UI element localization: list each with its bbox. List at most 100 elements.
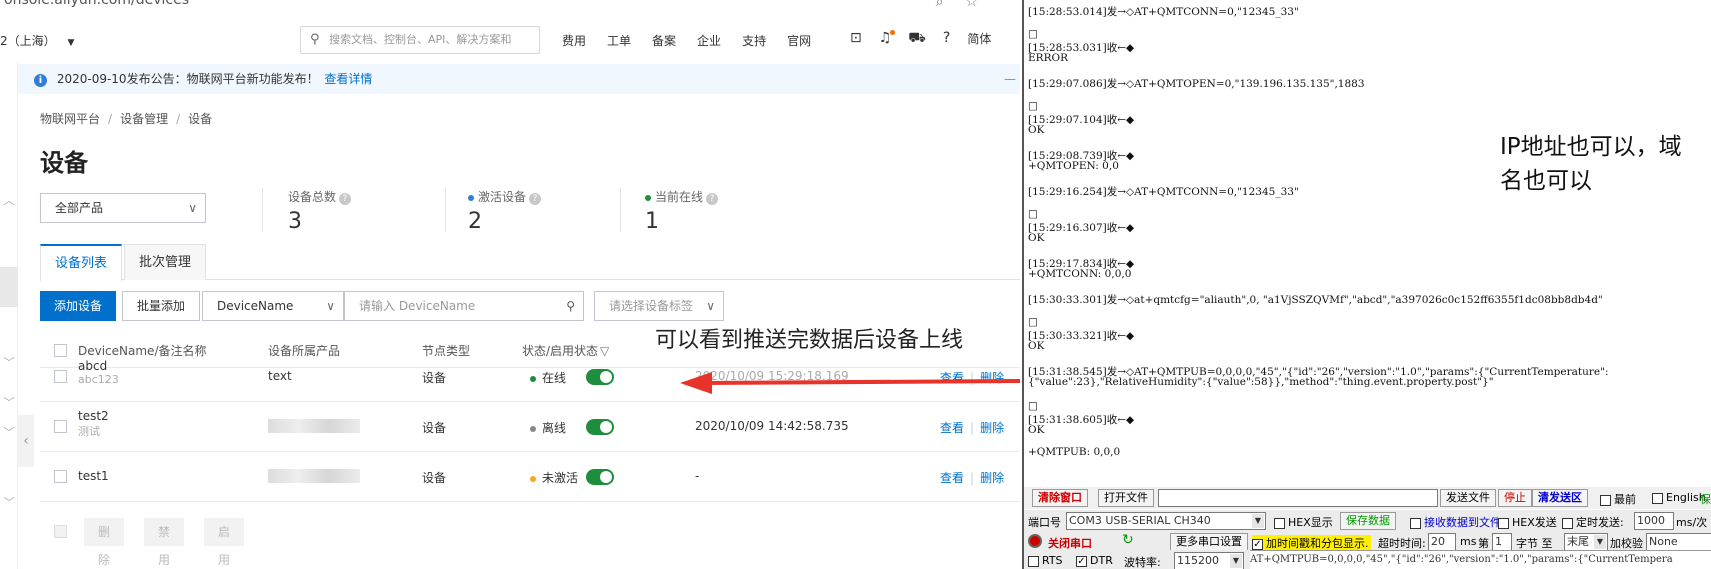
terminal-icon[interactable]: ⊡ [850,30,862,48]
search-field-select[interactable]: DeviceName ∨ [202,291,344,321]
send-file-button[interactable]: 发送文件 [1440,489,1496,507]
browser-url-bar[interactable]: onsole.aliyun.com/devices ⌕☆ [0,0,1020,10]
rts-checkbox[interactable]: RTS [1028,554,1063,567]
global-search-input[interactable]: ⚲ 搜索文档、控制台、API、解决方案和 [300,26,540,54]
chevron-down-icon[interactable]: ﹀ [0,354,18,370]
hex-display-checkbox[interactable]: HEX显示 [1274,514,1333,530]
save-data-button[interactable]: 保存数据 [1340,512,1396,530]
tab-device-list[interactable]: 设备列表 [40,244,123,281]
delete-link[interactable]: 删除 [980,421,1004,435]
device-name[interactable]: test1 [78,469,109,483]
view-link[interactable]: 查看 [940,421,964,435]
help-icon[interactable]: ? [339,193,352,205]
delete-link[interactable]: 删除 [980,471,1004,485]
row-checkbox[interactable] [54,420,67,433]
row-checkbox[interactable] [54,470,67,483]
checkbox-checked-icon: ✓ [1076,555,1087,567]
view-link[interactable]: 查看 [940,471,964,485]
file-path-input[interactable] [1158,489,1438,507]
bell-icon[interactable]: ♫ [879,30,895,48]
row-checkbox[interactable] [54,370,67,383]
view-link[interactable]: 查看 [940,371,964,385]
port-select[interactable]: COM3 USB-SERIAL CH340 ▼ [1066,512,1266,530]
timeout-input[interactable]: 20 [1428,533,1456,551]
byte-end-select[interactable]: 末尾 ▼ [1564,533,1608,551]
bulk-disable-button[interactable]: 禁用 [144,518,185,567]
delete-link[interactable]: 删除 [980,371,1004,385]
help-icon[interactable]: ? [943,30,950,48]
browser-action-icons: ⌕☆ [935,0,1000,10]
timed-interval-input[interactable]: 1000 [1634,512,1674,530]
serial-receive-log[interactable]: [15:28:53.014]发→◇AT+QMTCONN=0,"12345_33"… [1028,0,1708,487]
enable-toggle[interactable] [586,369,614,385]
timed-send-checkbox[interactable]: 定时发送: [1562,514,1624,530]
status-dot [645,194,651,201]
breadcrumb-iot-platform[interactable]: 物联网平台 [40,112,100,126]
recv-to-file-checkbox[interactable]: 接收数据到文件 [1410,514,1501,530]
menu-item-support[interactable]: 支持 [742,32,766,49]
clear-window-button[interactable]: 清除窗口 [1032,489,1088,507]
port-status-icon [1028,534,1042,548]
hex-send-checkbox[interactable]: HEX发送 [1498,514,1557,530]
region-selector[interactable]: 2（上海） ▼ [0,32,74,49]
add-device-button[interactable]: 添加设备 [40,291,117,321]
menu-item-enterprise[interactable]: 企业 [697,32,721,49]
dtr-checkbox[interactable]: ✓ DTR [1076,554,1113,567]
enable-toggle[interactable] [586,469,614,485]
sidebar-active-block[interactable] [0,267,18,307]
status-dot [530,425,536,432]
device-name-search-input[interactable]: 请输入 DeviceName ⚲ [344,291,584,321]
stop-button[interactable]: 停止 [1498,489,1532,507]
announcement-link[interactable]: 查看详情 [324,72,372,86]
menu-item-ticket[interactable]: 工单 [607,32,631,49]
menu-item-website[interactable]: 官网 [787,32,811,49]
serial-line-row: RTS ✓ DTR 波特率: 115200 ▼ [1024,550,1250,569]
menu-item-billing[interactable]: 费用 [562,32,586,49]
byte-end-value: 末尾 [1567,535,1589,548]
breadcrumb-device-management[interactable]: 设备管理 [120,112,168,126]
refresh-icon[interactable]: ↻ [1122,532,1134,548]
serial-debug-tool: [15:28:53.014]发→◇AT+QMTCONN=0,"12345_33"… [1022,0,1711,569]
tab-batch-management[interactable]: 批次管理 [124,244,207,280]
last-online-time: - [695,469,700,483]
select-all-checkbox[interactable] [54,525,67,538]
clear-send-button[interactable]: 清发送区 [1532,489,1588,507]
english-checkbox[interactable]: English [1652,491,1706,504]
bulk-enable-button[interactable]: 启用 [204,518,245,567]
chevron-down-icon: ∨ [706,299,715,313]
byte-index-input[interactable]: 1 [1492,533,1512,551]
chevron-down-icon[interactable]: ﹀ [0,494,18,510]
cart-icon[interactable]: ⛟ [908,30,926,48]
device-name[interactable]: test2 [78,409,109,423]
sidebar-collapse-toggle[interactable]: ‹ [18,415,34,467]
device-tag-select[interactable]: 请选择设备标签 ∨ [594,291,724,321]
timed-unit: ms/次 [1676,516,1708,529]
annotation-line: 名也可以 [1500,168,1592,194]
minimize-icon[interactable]: — [1004,64,1016,94]
help-icon[interactable]: ? [706,193,719,205]
more-settings-button[interactable]: 更多串口设置 [1170,533,1248,551]
product-select-value: 全部产品 [55,201,104,215]
batch-add-button[interactable]: 批量添加 [122,291,201,321]
dropdown-arrow-icon: ▼ [1252,514,1264,528]
device-name[interactable]: abcd [78,359,119,373]
enable-toggle[interactable] [586,419,614,435]
close-port-button[interactable]: 关闭串口 [1048,535,1092,551]
status-text: 在线 [542,371,567,385]
chevron-up-icon[interactable]: ︿ [0,192,18,208]
recv-to-file-label: 接收数据到文件 [1424,516,1501,529]
language-switch[interactable]: 简体 [967,30,991,48]
menu-item-filing[interactable]: 备案 [652,32,676,49]
product-select[interactable]: 全部产品 ∨ [40,193,206,223]
help-icon[interactable]: ? [529,193,542,205]
baud-select[interactable]: 115200 ▼ [1174,552,1244,569]
chevron-down-icon[interactable]: ﹀ [0,394,18,410]
open-file-button[interactable]: 打开文件 [1098,489,1154,507]
bulk-delete-button[interactable]: 删除 [84,518,125,567]
topmost-checkbox[interactable]: 最前 [1600,491,1636,507]
timestamp-checkbox[interactable]: ✓ 加时间戳和分包显示. [1252,535,1371,551]
chevron-down-icon[interactable]: ﹀ [0,424,18,440]
table-row: abcd abc123 text 设备 在线 2020/10/09 15:29:1… [40,352,1020,402]
checksum-select[interactable]: None [1646,533,1711,551]
search-icon[interactable]: ⚲ [566,292,575,320]
